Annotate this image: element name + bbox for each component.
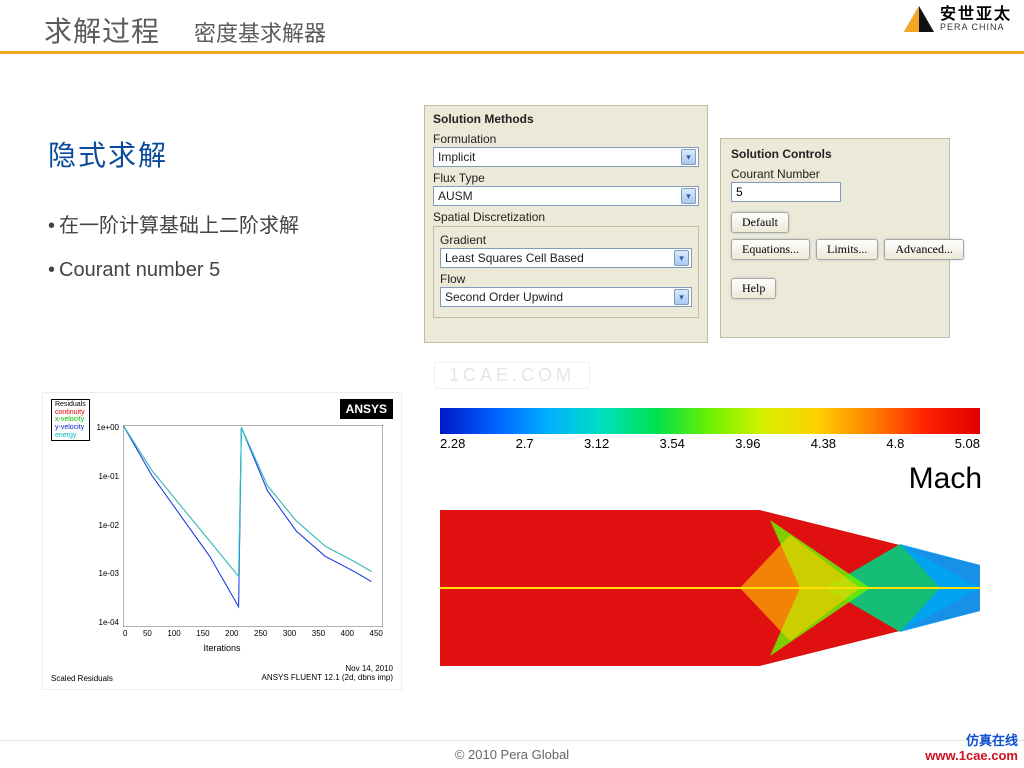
select-value: Second Order Upwind	[445, 290, 563, 304]
colorbar-ticks: 2.28 2.7 3.12 3.54 3.96 4.38 4.8 5.08	[440, 436, 980, 451]
logo-icon	[904, 6, 934, 32]
mach-contour-figure: 2.28 2.7 3.12 3.54 3.96 4.38 4.8 5.08 Ma…	[416, 392, 1006, 688]
chevron-down-icon: ▾	[681, 149, 696, 165]
watermark: 1CAE.COM	[434, 362, 590, 389]
chart-footer-left: Scaled Residuals	[51, 674, 113, 683]
chart-footer-right: Nov 14, 2010 ANSYS FLUENT 12.1 (2d, dbns…	[262, 664, 393, 683]
slide-title: 求解过程	[44, 10, 160, 50]
chevron-down-icon: ▾	[674, 250, 689, 266]
help-button[interactable]: Help	[731, 278, 776, 299]
source-stamp: 仿真在线 www.1cae.com	[925, 733, 1018, 764]
gradient-label: Gradient	[440, 233, 692, 247]
gradient-select[interactable]: Least Squares Cell Based ▾	[440, 248, 692, 268]
advanced-button[interactable]: Advanced...	[884, 239, 964, 260]
x-axis-ticks: 050 100150 200250 300350 400450	[123, 629, 383, 638]
ansys-badge: ANSYS	[340, 399, 393, 419]
flux-type-label: Flux Type	[433, 171, 699, 185]
flow-select[interactable]: Second Order Upwind ▾	[440, 287, 692, 307]
courant-number-label: Courant Number	[731, 167, 939, 181]
slide-subtitle: 密度基求解器	[194, 16, 326, 48]
logo-text-cn: 安世亚太	[940, 7, 1012, 23]
select-value: Least Squares Cell Based	[445, 251, 584, 265]
default-button[interactable]: Default	[731, 212, 789, 233]
solution-controls-panel: Solution Controls Courant Number Default…	[720, 138, 950, 338]
residuals-chart: ANSYS Residuals continuity x-velocity y-…	[42, 392, 402, 690]
formulation-label: Formulation	[433, 132, 699, 146]
slide-footer: © 2010 Pera Global	[0, 740, 1024, 768]
limits-button[interactable]: Limits...	[816, 239, 878, 260]
spatial-discretization-group: Gradient Least Squares Cell Based ▾ Flow…	[433, 226, 699, 318]
x-axis-label: Iterations	[43, 643, 401, 653]
chevron-down-icon: ▾	[681, 188, 696, 204]
select-value: Implicit	[438, 150, 475, 164]
formulation-select[interactable]: Implicit ▾	[433, 147, 699, 167]
brand-logo: 安世亚太 PERA CHINA	[904, 6, 1012, 32]
flow-label: Flow	[440, 272, 692, 286]
solution-methods-panel: Solution Methods Formulation Implicit ▾ …	[424, 105, 708, 343]
flux-type-select[interactable]: AUSM ▾	[433, 186, 699, 206]
chart-plot-area	[123, 425, 383, 627]
chevron-down-icon: ▾	[674, 289, 689, 305]
mach-label: Mach	[909, 462, 982, 496]
equations-button[interactable]: Equations...	[731, 239, 810, 260]
logo-text-en: PERA CHINA	[940, 23, 1012, 32]
contour-plot	[440, 510, 980, 666]
spatial-discretization-label: Spatial Discretization	[433, 210, 699, 224]
colorbar	[440, 408, 980, 434]
select-value: AUSM	[438, 189, 473, 203]
panel-title: Solution Controls	[731, 147, 939, 161]
panel-title: Solution Methods	[433, 112, 699, 126]
y-axis-ticks: 1e+00 1e-01 1e-02 1e-03 1e-04	[83, 423, 119, 627]
courant-number-input[interactable]	[731, 182, 841, 202]
